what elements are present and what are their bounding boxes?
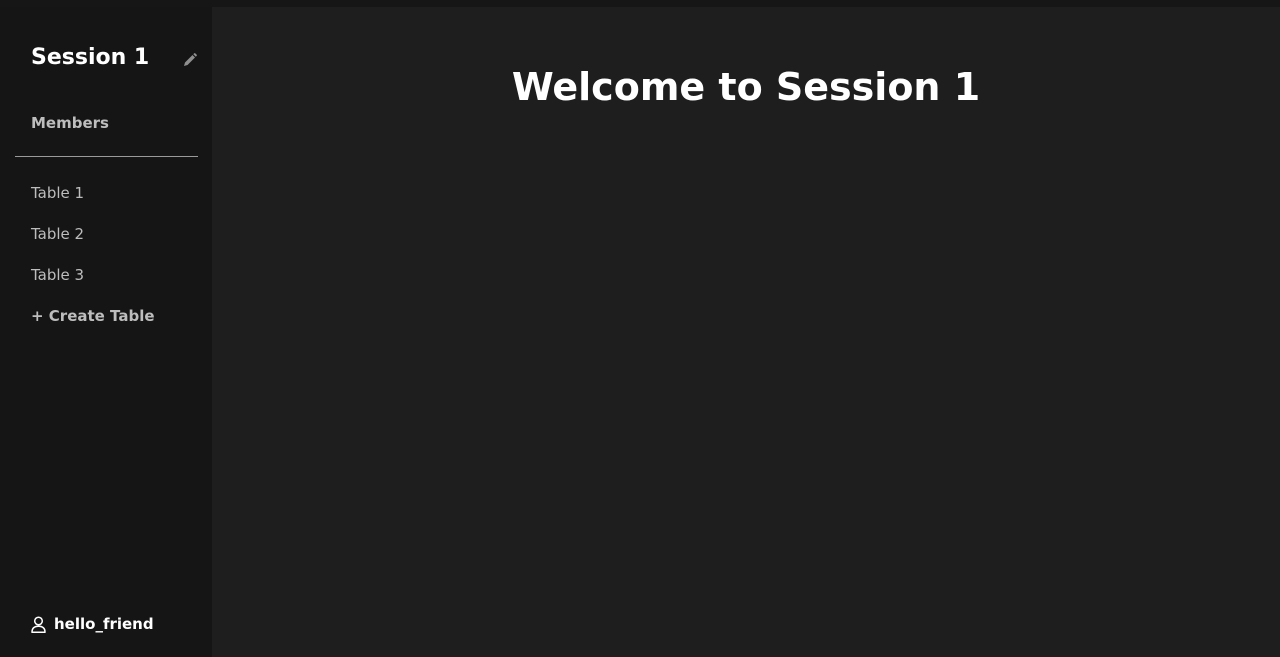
sidebar: Session 1 Members Table 1 Table 2 Table … <box>0 7 212 657</box>
session-title: Session 1 <box>31 45 150 70</box>
sidebar-divider <box>15 156 198 157</box>
app-window: Session 1 Members Table 1 Table 2 Table … <box>0 7 1280 657</box>
table-item[interactable]: Table 2 <box>31 224 84 265</box>
table-item[interactable]: Table 3 <box>31 265 84 306</box>
pencil-icon[interactable] <box>182 52 198 68</box>
members-link[interactable]: Members <box>31 113 109 133</box>
user-icon <box>31 615 46 633</box>
username-label: hello_friend <box>54 615 154 633</box>
create-table-button[interactable]: + Create Table <box>31 306 155 326</box>
table-list: Table 1 Table 2 Table 3 <box>31 183 84 306</box>
main-content: Welcome to Session 1 <box>212 7 1280 657</box>
page-title: Welcome to Session 1 <box>511 65 981 109</box>
table-item[interactable]: Table 1 <box>31 183 84 224</box>
user-profile-button[interactable]: hello_friend <box>31 614 154 634</box>
